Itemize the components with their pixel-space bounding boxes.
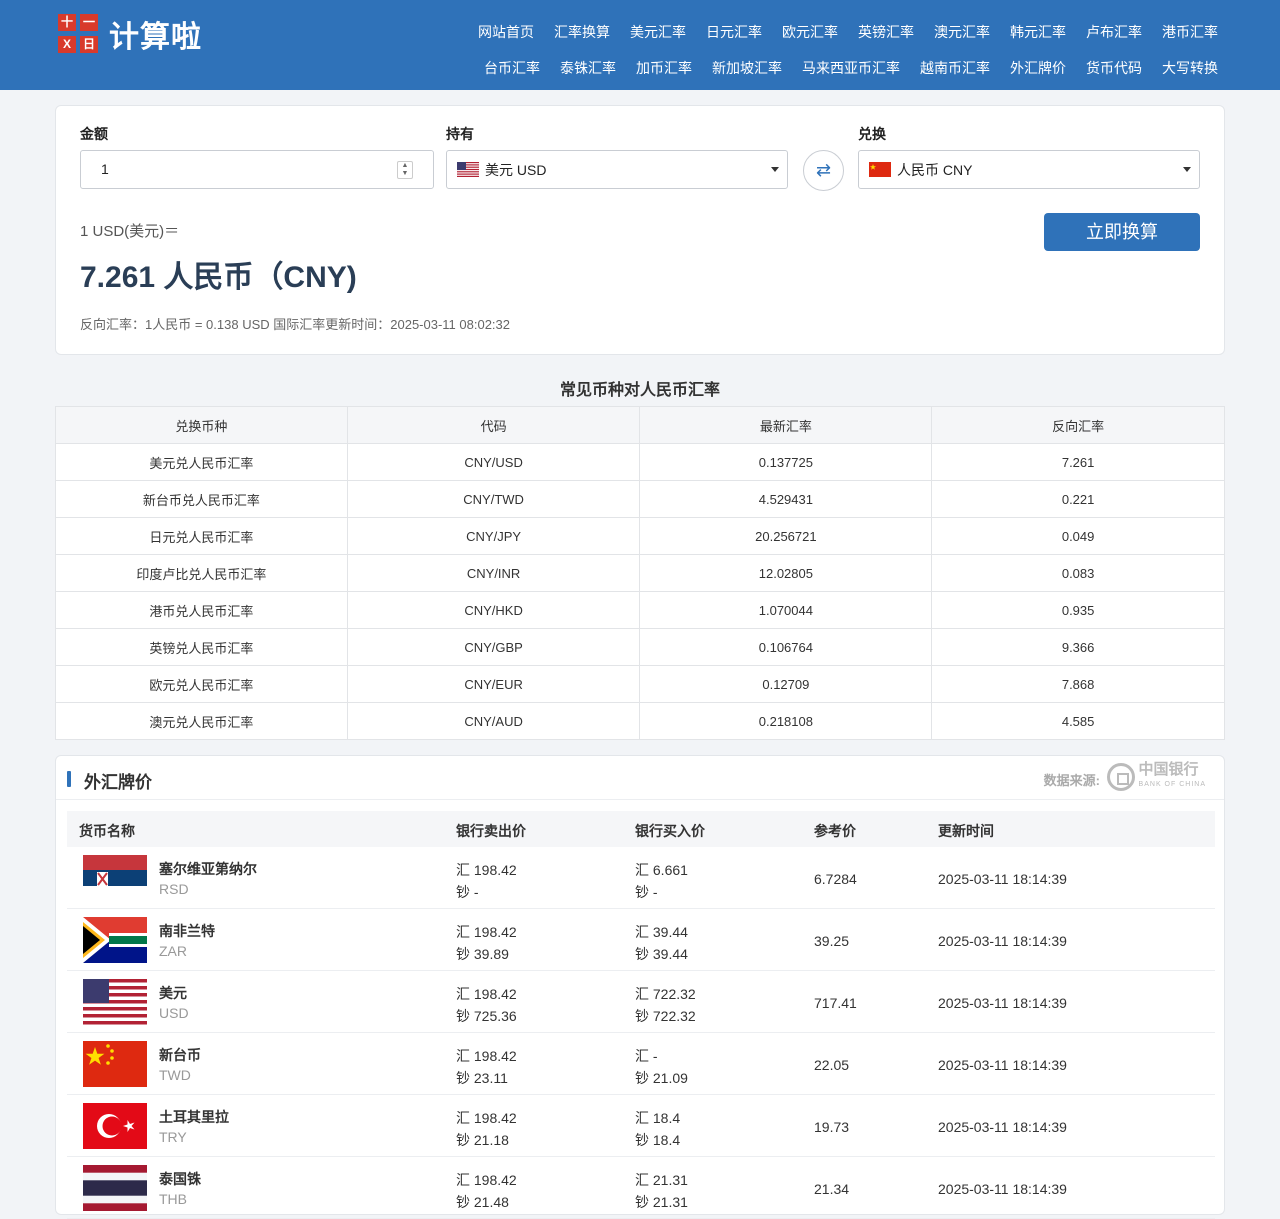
forex-title: 外汇牌价 — [84, 773, 152, 792]
nav-link-twd[interactable]: 台币汇率 — [484, 58, 540, 78]
forex-row[interactable]: 美元 USD 汇 198.42 钞 725.36 汇 722.32 钞 722.32… — [67, 971, 1215, 1033]
table-row: 美元兑人民币汇率 CNY/USD 0.137725 7.261 — [55, 443, 1225, 481]
forex-row[interactable]: 泰国铢 THB 汇 198.42 钞 21.48 汇 21.31 钞 21.31 2… — [67, 1157, 1215, 1219]
convert-button[interactable]: 立即换算 — [1044, 213, 1200, 251]
to-label: 兑换 — [858, 126, 886, 142]
nav-link-rub[interactable]: 卢布汇率 — [1086, 22, 1142, 42]
chevron-down-icon — [1183, 167, 1191, 172]
calculator-logo-icon: 十 一 X 日 — [58, 14, 99, 54]
bank-name-en: BANK OF CHINA — [1138, 781, 1206, 788]
forex-row[interactable]: 南非兰特 ZAR 汇 198.42 钞 39.89 汇 39.44 钞 39.44 … — [67, 909, 1215, 971]
nav-link-codes[interactable]: 货币代码 — [1086, 58, 1142, 78]
table-row: 英镑兑人民币汇率 CNY/GBP 0.106764 9.366 — [55, 628, 1225, 666]
bank-name: 中国银行 — [1138, 761, 1199, 778]
from-label: 持有 — [446, 126, 474, 142]
nav-link-sgd[interactable]: 新加坡汇率 — [712, 58, 782, 78]
amount-stepper[interactable]: ▲ ▼ — [397, 161, 413, 179]
reverse-rate-note: 反向汇率：1人民币 = 0.138 USD 国际汇率更新时间：2025-03-1… — [80, 317, 510, 332]
amount-input[interactable]: 1 ▲ ▼ — [80, 150, 434, 189]
data-source-label: 数据来源: — [1043, 773, 1100, 788]
title-accent-bar — [67, 771, 71, 787]
nav-link-convert[interactable]: 汇率换算 — [554, 22, 610, 42]
forex-header: 外汇牌价 数据来源: 中国银行 BANK OF CHINA — [56, 756, 1224, 800]
table-row: 澳元兑人民币汇率 CNY/AUD 0.218108 4.585 — [55, 702, 1225, 740]
serbia-flag-icon — [83, 855, 147, 901]
from-currency-select[interactable]: 美元 USD — [446, 150, 788, 189]
nav-link-uppercase[interactable]: 大写转换 — [1162, 58, 1218, 78]
nav-link-vnd[interactable]: 越南币汇率 — [920, 58, 990, 78]
nav-link-hkd[interactable]: 港币汇率 — [1162, 22, 1218, 42]
forex-row[interactable]: 新台币 TWD 汇 198.42 钞 23.11 汇 -钞 21.09 22.05… — [67, 1033, 1215, 1095]
nav-row-2: 台币汇率 泰铢汇率 加币汇率 新加坡汇率 马来西亚币汇率 越南币汇率 外汇牌价 … — [458, 50, 1218, 86]
bank-of-china-icon — [1106, 763, 1135, 791]
us-flag-icon — [83, 979, 147, 1025]
amount-value: 1 — [101, 161, 109, 177]
swap-currency-button[interactable]: ⇄ — [803, 150, 844, 191]
forex-column-header: 货币名称 银行卖出价 银行买入价 参考价 更新时间 — [67, 811, 1215, 847]
nav-link-aud[interactable]: 澳元汇率 — [934, 22, 990, 42]
forex-row[interactable]: 土耳其里拉 TRY 汇 198.42 钞 21.18 汇 18.4 钞 18.4 1… — [67, 1095, 1215, 1157]
south-africa-flag-icon — [83, 917, 147, 963]
to-currency-select[interactable]: 人民币 CNY — [858, 150, 1200, 189]
nav-link-jpy[interactable]: 日元汇率 — [706, 22, 762, 42]
table-row: 印度卢比兑人民币汇率 CNY/INR 12.02805 0.083 — [55, 554, 1225, 592]
nav-link-krw[interactable]: 韩元汇率 — [1010, 22, 1066, 42]
rate-table-title: 常见币种对人民币汇率 — [559, 382, 720, 399]
rate-table-header: 兑换币种 代码 最新汇率 反向汇率 — [55, 406, 1225, 444]
result-value: 7.261 人民币（CNY) — [80, 261, 357, 294]
nav-link-gbp[interactable]: 英镑汇率 — [858, 22, 914, 42]
col-reverse: 反向汇率 — [931, 406, 1225, 444]
table-row: 日元兑人民币汇率 CNY/JPY 20.256721 0.049 — [55, 517, 1225, 555]
col-latest: 最新汇率 — [639, 406, 933, 444]
nav-link-myr[interactable]: 马来西亚币汇率 — [802, 58, 900, 78]
table-row: 港币兑人民币汇率 CNY/HKD 1.070044 0.935 — [55, 591, 1225, 629]
forex-card: 外汇牌价 数据来源: 中国银行 BANK OF CHINA 货币名称 银行卖出价… — [55, 755, 1225, 1219]
logo-text: 计算啦 — [109, 20, 202, 55]
cn-flag-icon — [869, 162, 891, 177]
nav-link-cad[interactable]: 加币汇率 — [636, 58, 692, 78]
amount-label: 金额 — [80, 126, 108, 142]
bank-of-china-logo: 中国银行 BANK OF CHINA — [1106, 761, 1206, 792]
site-header: 十 一 X 日 计算啦 网站首页 汇率换算 美元汇率 日元汇率 欧元汇率 英镑汇… — [0, 0, 1280, 90]
to-currency-value: 人民币 CNY — [897, 161, 973, 178]
us-flag-icon — [457, 162, 479, 177]
col-code: 代码 — [346, 406, 641, 444]
rate-table: 兑换币种 代码 最新汇率 反向汇率 美元兑人民币汇率 CNY/USD 0.13772… — [55, 406, 1225, 740]
nav-link-forex[interactable]: 外汇牌价 — [1010, 58, 1066, 78]
thailand-flag-icon — [83, 1165, 147, 1211]
cn-flag-icon — [83, 1041, 147, 1087]
chevron-down-icon — [771, 167, 779, 172]
nav-link-usd[interactable]: 美元汇率 — [630, 22, 686, 42]
turkey-flag-icon — [83, 1103, 147, 1149]
nav-link-thb[interactable]: 泰铢汇率 — [560, 58, 616, 78]
forex-row[interactable]: 塞尔维亚第纳尔 RSD 汇 198.42 钞 - 汇 6.661 钞 - 6.728… — [67, 847, 1215, 909]
from-currency-value: 美元 USD — [485, 161, 547, 178]
converter-card: 金额 1 ▲ ▼ 持有 美元 USD ⇄ 兑换 人民币 CNY 1 USD(美元)… — [55, 105, 1225, 355]
table-row: 新台币兑人民币汇率 CNY/TWD 4.529431 0.221 — [55, 480, 1225, 518]
main-nav: 网站首页 汇率换算 美元汇率 日元汇率 欧元汇率 英镑汇率 澳元汇率 韩元汇率 … — [458, 14, 1218, 86]
nav-row-1: 网站首页 汇率换算 美元汇率 日元汇率 欧元汇率 英镑汇率 澳元汇率 韩元汇率 … — [458, 14, 1218, 50]
nav-link-eur[interactable]: 欧元汇率 — [782, 22, 838, 42]
site-logo[interactable]: 十 一 X 日 计算啦 — [58, 12, 202, 56]
nav-link-home[interactable]: 网站首页 — [478, 22, 534, 42]
col-currency: 兑换币种 — [55, 406, 348, 444]
table-row: 欧元兑人民币汇率 CNY/EUR 0.12709 7.868 — [55, 665, 1225, 703]
result-label: 1 USD(美元)＝ — [80, 223, 180, 240]
